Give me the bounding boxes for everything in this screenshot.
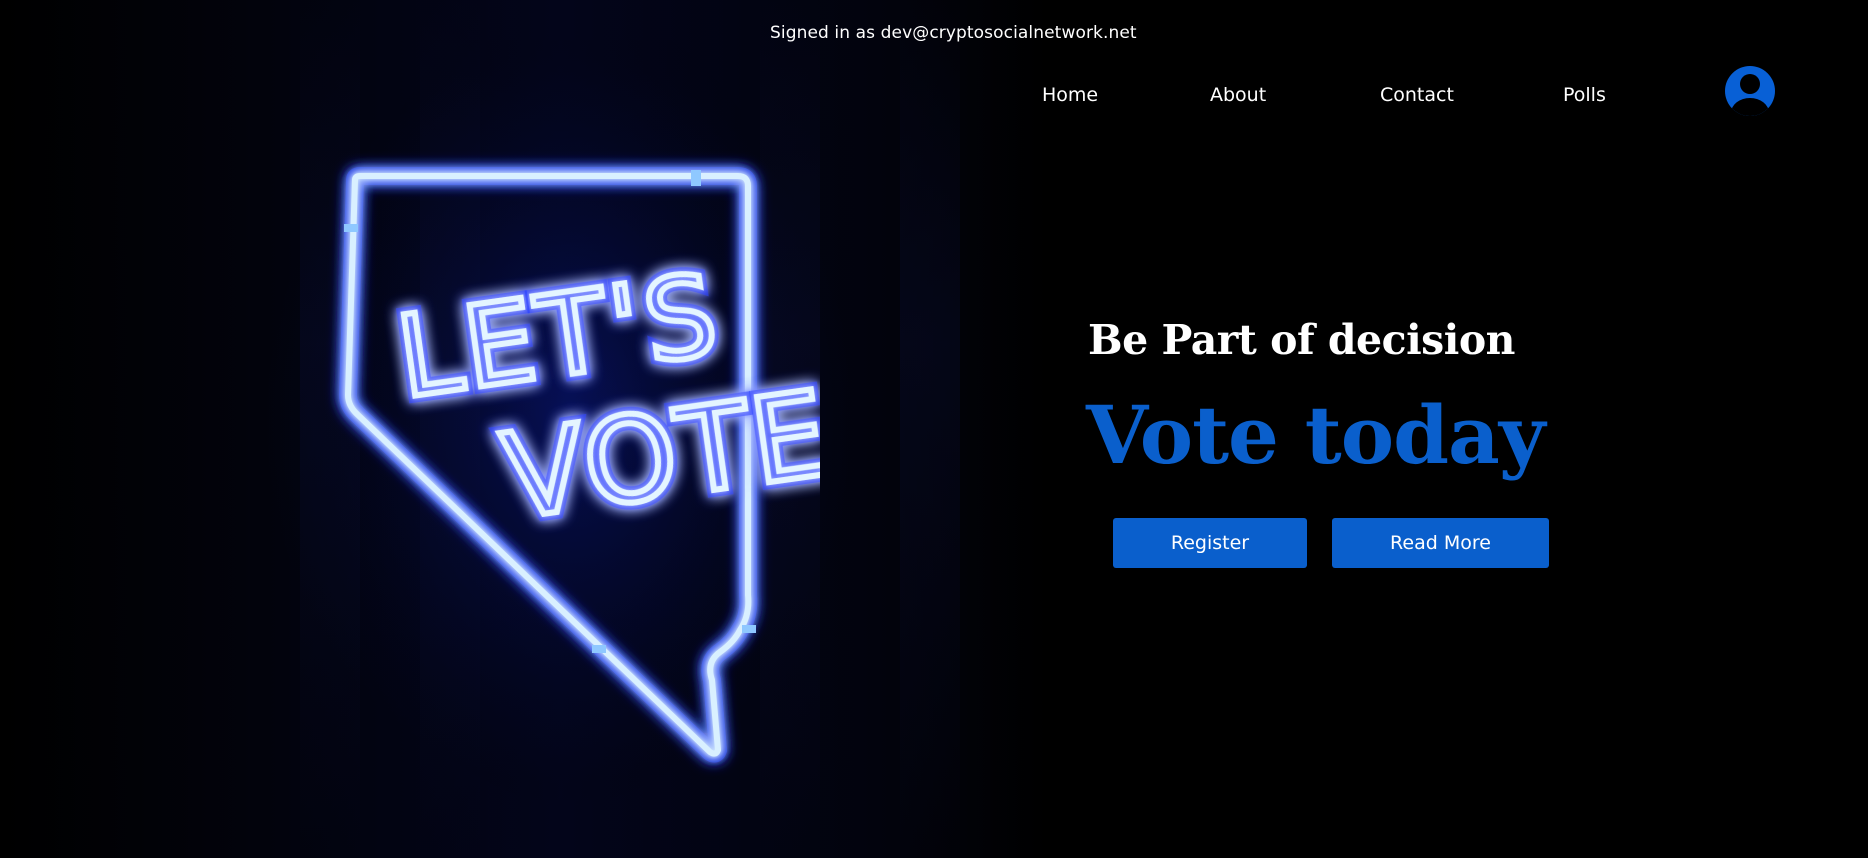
sign-clip xyxy=(344,224,358,232)
main-nav: Home About Contact Polls xyxy=(0,84,1868,114)
sign-clip xyxy=(691,170,701,186)
sign-clip xyxy=(592,645,606,653)
read-more-button[interactable]: Read More xyxy=(1332,518,1549,568)
hero-title: Vote today xyxy=(1086,388,1545,482)
hero-subtitle: Be Part of decision xyxy=(1088,316,1516,364)
avatar-head xyxy=(1740,74,1760,94)
register-button[interactable]: Register xyxy=(1113,518,1307,568)
nav-contact-link[interactable]: Contact xyxy=(1380,84,1454,106)
user-circle-icon[interactable] xyxy=(1725,66,1775,116)
nav-about-link[interactable]: About xyxy=(1210,84,1266,106)
sign-clip xyxy=(742,625,756,633)
nav-home-link[interactable]: Home xyxy=(1042,84,1098,106)
signed-in-status: Signed in as dev@cryptosocialnetwork.net xyxy=(770,23,1137,43)
wall-stripe xyxy=(900,0,960,858)
nav-polls-link[interactable]: Polls xyxy=(1563,84,1606,106)
lets-vote-neon-sign-image: LET'S LET'S VOTE VOTE xyxy=(320,40,820,800)
avatar-body xyxy=(1731,98,1769,116)
landing-page: LET'S LET'S VOTE VOTE Signed in as dev@c… xyxy=(0,0,1868,858)
